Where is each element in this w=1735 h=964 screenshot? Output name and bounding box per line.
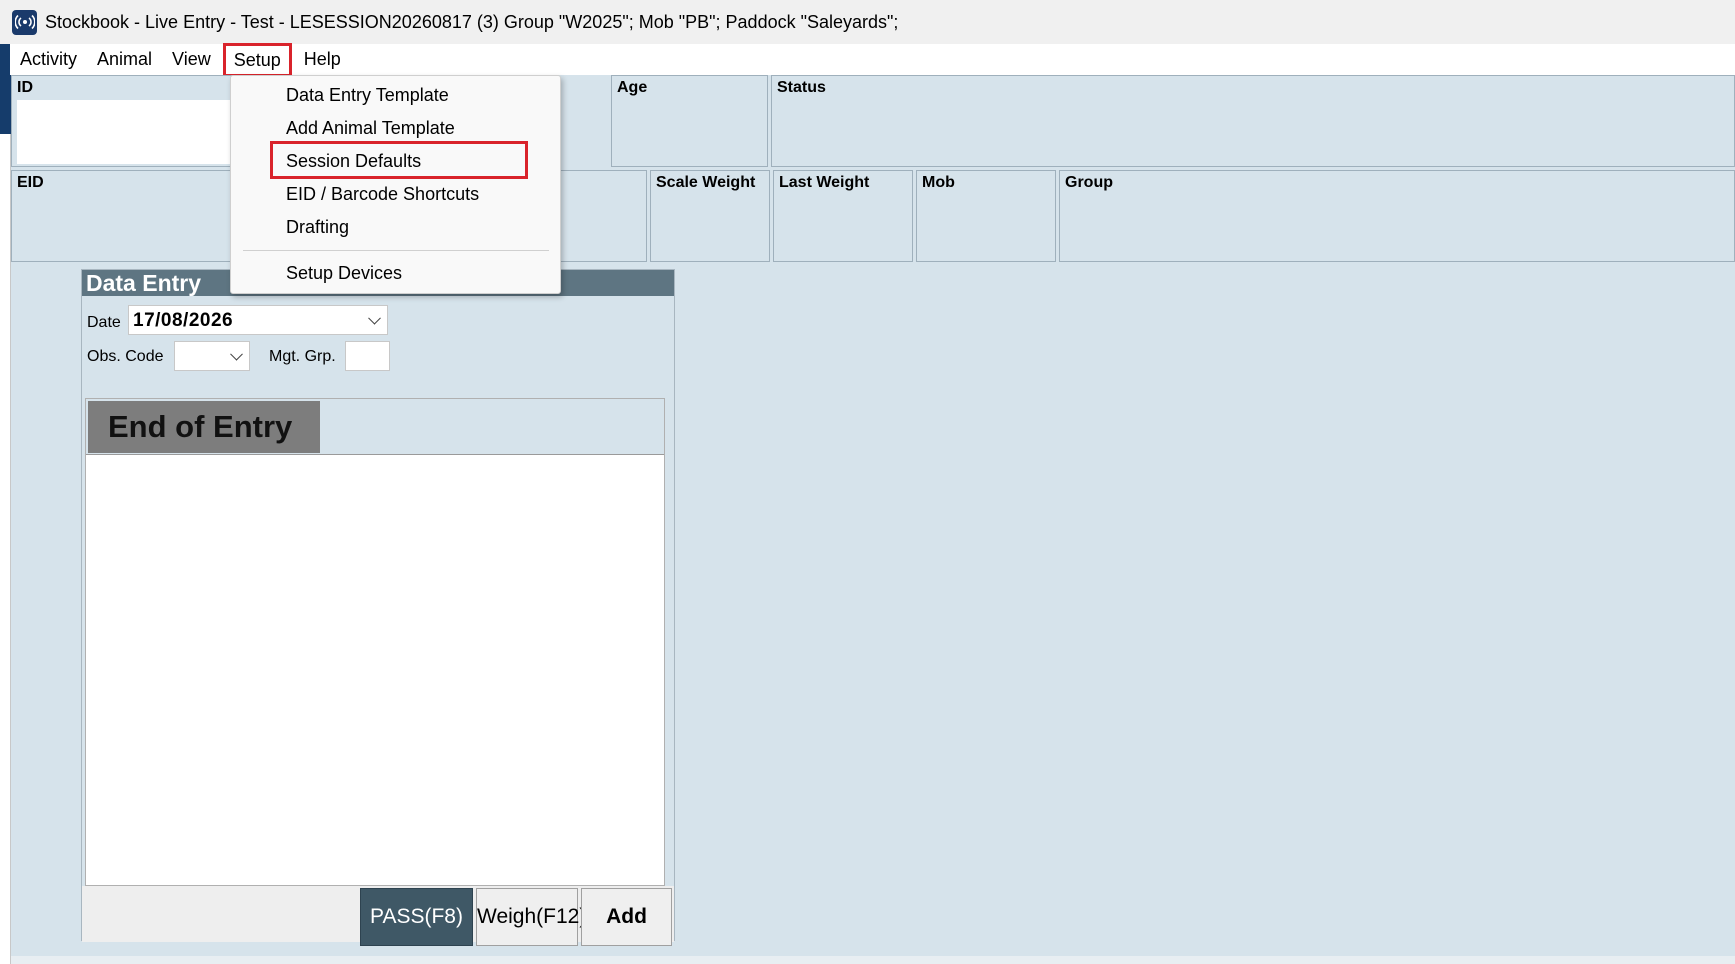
date-label: Date <box>87 314 121 331</box>
status-field-box: Status <box>771 75 1735 167</box>
add-button[interactable]: Add <box>581 888 672 946</box>
bottom-strip <box>11 956 1735 964</box>
obs-code-select[interactable] <box>174 341 250 371</box>
chevron-down-icon <box>368 311 381 325</box>
session-defaults-highlight <box>270 141 528 179</box>
age-field-box: Age <box>611 75 768 167</box>
obs-code-label: Obs. Code <box>87 348 164 365</box>
menu-separator <box>243 250 549 251</box>
title-bar: Stockbook - Live Entry - Test - LESESSIO… <box>0 0 1735 44</box>
date-picker[interactable]: 17/08/2026 <box>128 305 388 335</box>
mob-field-box: Mob <box>916 170 1056 262</box>
data-entry-panel: Data Entry Date 17/08/2026 Obs. Code Mgt… <box>81 269 675 946</box>
date-value: 17/08/2026 <box>133 310 234 331</box>
mgt-grp-input[interactable] <box>345 341 390 371</box>
menu-animal[interactable]: Animal <box>87 44 162 75</box>
button-row: PASS(F8) Weigh(F12) Add <box>82 886 674 946</box>
end-of-entry-label: End of Entry <box>88 401 320 453</box>
menu-item-setup-devices[interactable]: Setup Devices <box>286 263 402 284</box>
scale-weight-field-box: Scale Weight <box>650 170 770 262</box>
status-label: Status <box>777 79 826 96</box>
last-weight-label: Last Weight <box>779 174 870 191</box>
menu-activity[interactable]: Activity <box>10 44 87 75</box>
scale-weight-label: Scale Weight <box>656 174 756 191</box>
group-field-box: Group <box>1059 170 1735 262</box>
chevron-down-icon <box>230 347 243 361</box>
menu-item-add-animal-template[interactable]: Add Animal Template <box>286 118 455 139</box>
left-frame <box>0 134 11 964</box>
menu-setup[interactable]: Setup <box>222 42 292 77</box>
mgt-grp-label: Mgt. Grp. <box>269 348 336 365</box>
pass-button[interactable]: PASS(F8) <box>360 888 473 946</box>
weigh-button[interactable]: Weigh(F12) <box>476 888 586 946</box>
group-label: Group <box>1065 174 1113 191</box>
menu-item-eid-barcode-shortcuts[interactable]: EID / Barcode Shortcuts <box>286 184 479 205</box>
menu-item-data-entry-template[interactable]: Data Entry Template <box>286 85 449 106</box>
menu-help[interactable]: Help <box>294 44 351 75</box>
menu-bar: Activity Animal View Setup Help <box>10 42 1735 77</box>
last-weight-field-box: Last Weight <box>773 170 913 262</box>
age-label: Age <box>617 79 648 96</box>
id-label: ID <box>17 79 33 96</box>
menu-view[interactable]: View <box>162 44 221 75</box>
window-title: Stockbook - Live Entry - Test - LESESSIO… <box>45 11 899 32</box>
entry-list[interactable]: End of Entry <box>85 398 665 886</box>
broadcast-icon <box>12 9 37 35</box>
menu-item-drafting[interactable]: Drafting <box>286 217 349 238</box>
setup-dropdown-menu: Data Entry Template Add Animal Template … <box>230 75 561 294</box>
eid-label: EID <box>17 174 44 191</box>
end-of-entry-bar: End of Entry <box>86 399 664 455</box>
mob-label: Mob <box>922 174 955 191</box>
